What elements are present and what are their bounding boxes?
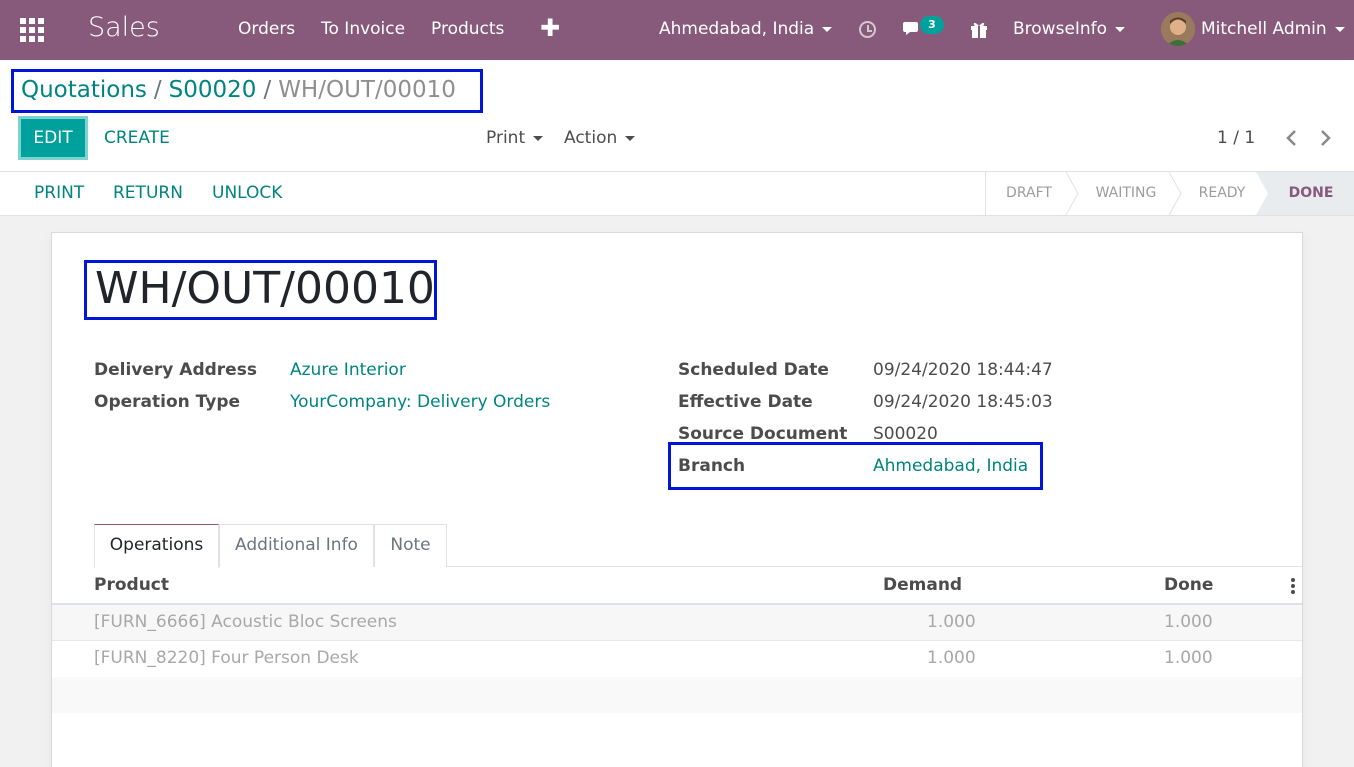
company-switcher-label: BrowseInfo (1013, 19, 1108, 39)
table-row[interactable]: [FURN_8220] Four Person Desk 1.000 1.000 (52, 641, 1302, 677)
gift-icon[interactable] (969, 20, 989, 38)
stage-done[interactable]: DONE (1268, 172, 1354, 215)
return-button[interactable]: RETURN (113, 183, 183, 203)
breadcrumb: Quotations / S00020/WH/OUT/00010 (21, 77, 456, 103)
label-scheduled-date: Scheduled Date (678, 360, 829, 380)
cell-product: [FURN_6666] Acoustic Bloc Screens (94, 612, 397, 632)
field-effective-date: 09/24/2020 18:45:03 (873, 392, 1053, 412)
action-dropdown[interactable]: Action (564, 128, 636, 148)
caret-down-icon (822, 26, 833, 32)
edit-button[interactable]: EDIT (18, 116, 88, 160)
cell-demand: 1.000 (927, 648, 976, 668)
column-header-done[interactable]: Done (1164, 575, 1213, 595)
field-delivery-address[interactable]: Azure Interior (290, 360, 406, 380)
user-name: Mitchell Admin (1201, 19, 1327, 39)
breadcrumb-quotations[interactable]: Quotations (21, 77, 147, 103)
table-row[interactable]: [FURN_6666] Acoustic Bloc Screens 1.000 … (52, 605, 1302, 641)
tab-additional-info[interactable]: Additional Info (219, 524, 374, 567)
menu-products[interactable]: Products (431, 19, 504, 39)
breadcrumb-separator: / (153, 77, 162, 103)
chevron-right-icon[interactable] (1319, 128, 1335, 148)
user-menu[interactable]: Mitchell Admin (1201, 19, 1345, 39)
column-header-demand[interactable]: Demand (883, 575, 962, 595)
apps-grid-icon[interactable] (20, 18, 46, 42)
breadcrumb-current: WH/OUT/00010 (278, 77, 456, 103)
top-navbar: Sales Orders To Invoice Products ✚ Ahmed… (0, 0, 1354, 60)
branch-switcher[interactable]: Ahmedabad, India (659, 19, 833, 39)
unlock-button[interactable]: UNLOCK (212, 183, 282, 203)
company-switcher[interactable]: BrowseInfo (1013, 19, 1126, 39)
caret-down-icon (625, 135, 636, 141)
caret-down-icon (533, 135, 544, 141)
action-dropdown-label: Action (564, 128, 618, 148)
branch-switcher-label: Ahmedabad, India (659, 19, 815, 39)
cell-product: [FURN_8220] Four Person Desk (94, 648, 359, 668)
field-operation-type[interactable]: YourCompany: Delivery Orders (290, 392, 550, 412)
print-dropdown-label: Print (486, 128, 526, 148)
chevron-left-icon[interactable] (1284, 128, 1300, 148)
label-source-document: Source Document (678, 424, 848, 444)
clock-icon[interactable] (859, 21, 876, 38)
print-dropdown[interactable]: Print (486, 128, 544, 148)
plus-icon[interactable]: ✚ (540, 14, 560, 42)
tab-operations[interactable]: Operations (94, 524, 219, 568)
page-title: WH/OUT/00010 (95, 263, 435, 314)
pager-value[interactable]: 1 / 1 (1217, 128, 1255, 148)
kebab-icon[interactable] (1290, 578, 1296, 594)
field-branch[interactable]: Ahmedabad, India (873, 456, 1028, 476)
column-header-product[interactable]: Product (94, 575, 169, 595)
message-count-badge: 3 (920, 16, 944, 34)
menu-orders[interactable]: Orders (238, 19, 295, 39)
label-operation-type: Operation Type (94, 392, 241, 412)
cell-demand: 1.000 (927, 612, 976, 632)
cell-done: 1.000 (1164, 648, 1213, 668)
stage-waiting[interactable]: WAITING (1080, 172, 1172, 215)
menu-to-invoice[interactable]: To Invoice (321, 19, 405, 39)
stage-separator (1066, 172, 1079, 215)
stage-ready[interactable]: READY (1183, 172, 1261, 215)
cell-done: 1.000 (1164, 612, 1213, 632)
avatar[interactable] (1161, 12, 1195, 46)
caret-down-icon (1334, 26, 1345, 32)
stage-draft[interactable]: DRAFT (986, 172, 1072, 215)
field-scheduled-date: 09/24/2020 18:44:47 (873, 360, 1053, 380)
create-button[interactable]: CREATE (104, 128, 170, 148)
label-delivery-address: Delivery Address (94, 360, 257, 380)
stage-separator (1169, 172, 1182, 215)
breadcrumb-sale-order[interactable]: S00020 (169, 77, 257, 103)
caret-down-icon (1115, 26, 1126, 32)
label-effective-date: Effective Date (678, 392, 813, 412)
label-branch: Branch (678, 456, 746, 476)
app-name: Sales (88, 12, 160, 43)
tab-note[interactable]: Note (374, 524, 447, 567)
field-source-document: S00020 (873, 424, 938, 444)
table-empty-row (52, 677, 1302, 713)
breadcrumb-separator: / (263, 77, 272, 103)
print-button[interactable]: PRINT (34, 183, 84, 203)
